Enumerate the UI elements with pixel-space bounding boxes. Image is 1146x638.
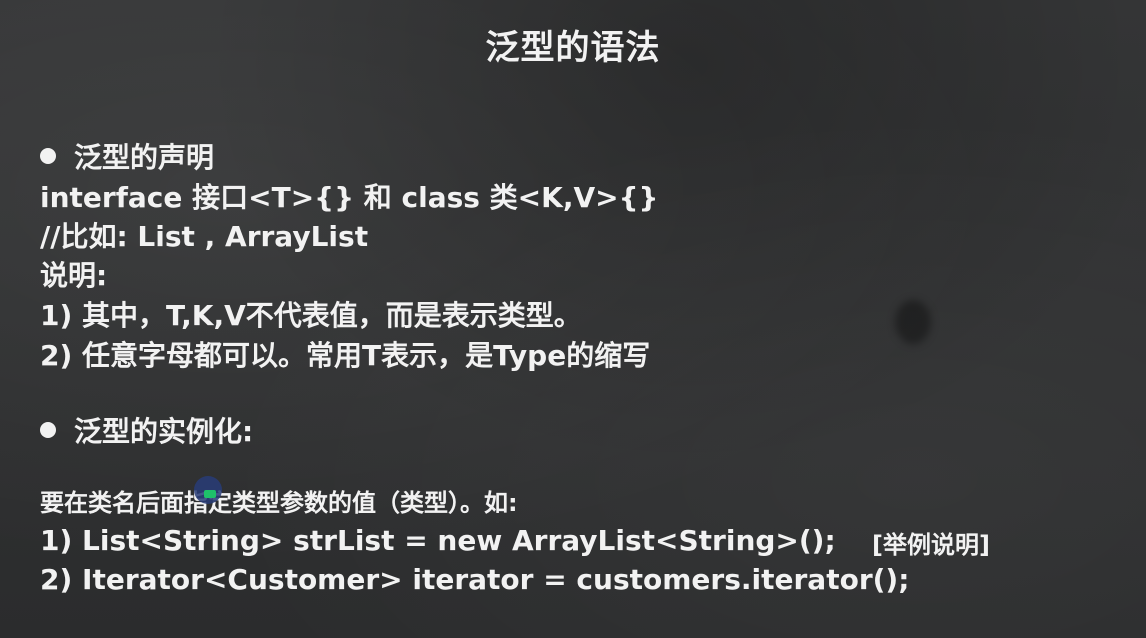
chalk-smudge bbox=[895, 300, 931, 344]
example-note: [举例说明] bbox=[872, 531, 990, 559]
explanation-item-1: 1) 其中，T,K,V不代表值，而是表示类型。 bbox=[40, 299, 582, 332]
page-title: 泛型的语法 bbox=[485, 28, 661, 68]
instantiation-intro: 要在类名后面指定类型参数的值（类型）。如: bbox=[40, 489, 518, 517]
explanation-label: 说明: bbox=[40, 259, 108, 292]
section-heading-text: 泛型的声明 bbox=[74, 141, 215, 174]
explanation-item-2: 2) 任意字母都可以。常用T表示，是Type的缩写 bbox=[40, 339, 651, 372]
instantiation-example-2: 2) Iterator<Customer> iterator = custome… bbox=[40, 563, 910, 596]
bullet-icon bbox=[40, 148, 56, 164]
cursor-highlight bbox=[204, 490, 216, 498]
declaration-syntax-line: interface 接口<T>{} 和 class 类<K,V>{} bbox=[40, 181, 659, 214]
instantiation-example-1: 1) List<String> strList = new ArrayList<… bbox=[40, 524, 836, 557]
section-heading-text: 泛型的实例化: bbox=[74, 415, 254, 448]
declaration-example-line: //比如: List , ArrayList bbox=[40, 220, 369, 253]
section-declaration-heading: 泛型的声明 bbox=[40, 140, 214, 176]
bullet-icon bbox=[40, 422, 56, 438]
section-instantiation-heading: 泛型的实例化: bbox=[40, 414, 253, 450]
